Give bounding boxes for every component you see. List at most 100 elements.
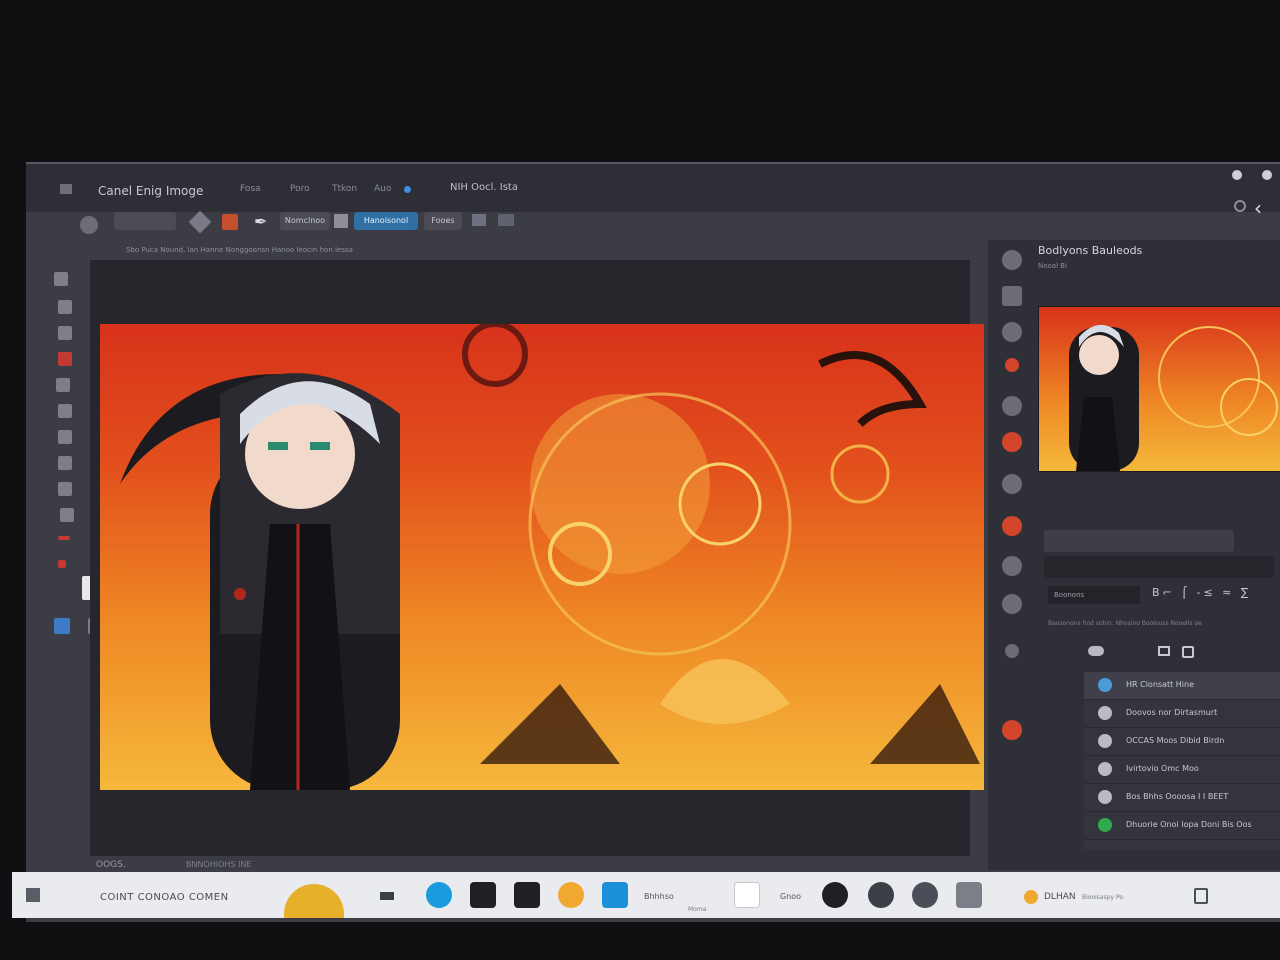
layer-visibility-icon[interactable] (1098, 734, 1112, 748)
list-item[interactable]: Doovos nor Dirtasmurt (1084, 700, 1280, 728)
settings-gear-icon[interactable] (558, 882, 584, 908)
menu-item[interactable]: Fosa (240, 184, 261, 194)
brush-icon[interactable]: ✒ (254, 212, 267, 231)
effects-icon[interactable] (1002, 720, 1022, 740)
info-icon[interactable] (404, 186, 411, 193)
menu-item[interactable]: Auo (374, 184, 391, 194)
move-tool-icon[interactable] (54, 272, 68, 286)
layer-label: Bos Bhhs Oooosa I I BEET (1126, 792, 1229, 801)
text-tool-icon[interactable] (60, 508, 74, 522)
fx-button[interactable]: Fooes (424, 212, 462, 230)
layer-visibility-icon[interactable] (1098, 678, 1112, 692)
navigator-thumbnail[interactable] (1038, 306, 1280, 472)
monitor-bezel: Canel Enig Imoge Fosa Poro Ttkon Auo NIH… (0, 0, 1280, 960)
lasso-tool-icon[interactable] (58, 326, 72, 340)
layer-visibility-icon[interactable] (1098, 790, 1112, 804)
music-icon[interactable] (822, 882, 848, 908)
fill-icon[interactable] (1002, 432, 1022, 452)
canvas-area (90, 260, 984, 856)
layer-visibility-icon[interactable] (1098, 818, 1112, 832)
close-icon[interactable] (1262, 170, 1272, 180)
list-item[interactable]: OCCAS Moos Dibid Birdn (1084, 728, 1280, 756)
font-field[interactable]: Boonons (1048, 586, 1140, 604)
gear-icon[interactable] (868, 882, 894, 908)
copy-icon[interactable] (1182, 646, 1194, 658)
task-view-icon[interactable] (380, 892, 394, 900)
tray-sublabel: Biooisaspy Po (1082, 894, 1124, 901)
taskbar-label[interactable]: Bhhhso (644, 892, 674, 901)
taskbar-search[interactable]: COINT CONOAO COMEN (100, 892, 229, 903)
store-icon[interactable] (514, 882, 540, 908)
character-icon[interactable] (1002, 556, 1022, 576)
edge-icon[interactable] (426, 882, 452, 908)
palette-icon[interactable] (222, 214, 238, 230)
brush-preset-icon[interactable] (80, 216, 98, 234)
photos-icon[interactable] (602, 882, 628, 908)
layer-visibility-icon[interactable] (1098, 706, 1112, 720)
app-title: Canel Enig Imoge (98, 184, 204, 198)
dodge-tool-icon[interactable] (58, 482, 72, 496)
layer-label: Doovos nor Dirtasmurt (1126, 708, 1218, 717)
marquee-tool-icon[interactable] (58, 300, 72, 314)
thumbnail-illustration (1069, 324, 1278, 471)
eraser-tool-icon[interactable] (58, 430, 72, 444)
panel-title: Bodlyons Bauleods (1038, 244, 1143, 257)
app-icon[interactable] (734, 882, 760, 908)
history-icon[interactable] (1002, 286, 1022, 306)
menu-item[interactable]: Ttkon (332, 184, 357, 194)
rect-icon[interactable] (1158, 646, 1170, 656)
back-arrow-icon[interactable]: ‹ (1254, 198, 1262, 218)
taskbar-label[interactable]: Gnoo (780, 892, 801, 901)
list-item[interactable]: Dhuorie Onoi Iopa Doni Bis Oos (1084, 812, 1280, 840)
notification-icon[interactable] (1194, 888, 1208, 904)
crop-tool-icon[interactable] (56, 378, 70, 392)
panel-icon-strip (992, 240, 1032, 840)
check-icon[interactable] (912, 882, 938, 908)
red-brush-icon[interactable] (58, 352, 72, 366)
list-item[interactable]: Bos Bhhs Oooosa I I BEET (1084, 784, 1280, 812)
layer-toolbar (1078, 646, 1278, 662)
brush-settings-icon[interactable] (1002, 594, 1022, 614)
camera-icon[interactable] (1002, 322, 1022, 342)
widget-icon[interactable] (284, 884, 344, 918)
tool-options-button[interactable] (114, 212, 176, 230)
adjust-icon[interactable] (1002, 474, 1022, 494)
character-toolbar[interactable]: B⌐ ⌠ -≤ ≈ ∑ (1152, 586, 1251, 599)
swatch-icon[interactable] (1002, 516, 1022, 536)
eyedropper-tool-icon[interactable] (58, 404, 72, 418)
artwork-canvas[interactable] (100, 324, 984, 790)
layer-visibility-icon[interactable] (1098, 762, 1112, 776)
minimize-icon[interactable] (1232, 170, 1242, 180)
camera-icon[interactable] (956, 882, 982, 908)
tray-label: DLHAN (1044, 892, 1076, 902)
refresh-icon[interactable] (1234, 200, 1246, 212)
layer-icon[interactable] (188, 210, 212, 234)
mode-button[interactable]: Nomclnoo (280, 212, 330, 230)
grid-icon[interactable] (472, 214, 486, 226)
blend-dropdown[interactable]: Hanoisonol (354, 212, 418, 230)
list-item[interactable]: HR Clonsatt Hine (1084, 672, 1280, 700)
record-icon[interactable] (1005, 358, 1019, 372)
document-info: BNNOHIOHS INE (186, 860, 252, 869)
layer-label: Dhuorie Onoi Iopa Doni Bis Oos (1126, 820, 1252, 829)
record-icon[interactable] (58, 560, 66, 568)
weather-icon[interactable] (1024, 890, 1038, 904)
layer-label: OCCAS Moos Dibid Birdn (1126, 736, 1225, 745)
list-item[interactable]: Ivirtovio Omc Moo (1084, 756, 1280, 784)
quick-mask-icon[interactable] (54, 618, 70, 634)
avatar-icon[interactable] (1002, 250, 1022, 270)
clone-icon[interactable] (1005, 644, 1019, 658)
foreground-swatch-icon[interactable] (58, 536, 70, 540)
gradient-tool-icon[interactable] (58, 456, 72, 470)
file-explorer-icon[interactable] (470, 882, 496, 908)
opacity-row[interactable] (1044, 530, 1234, 552)
menu-item[interactable]: Poro (290, 184, 310, 194)
taskbar: COINT CONOAO COMEN Bhhhso Moma Gnoo DLHA… (12, 872, 1280, 918)
fill-row[interactable] (1044, 556, 1274, 578)
layer-label: HR Clonsatt Hine (1126, 680, 1195, 689)
frame-icon[interactable] (498, 214, 514, 226)
start-icon[interactable] (26, 888, 40, 902)
cloud-icon[interactable] (1088, 646, 1104, 656)
paint-icon[interactable] (1002, 396, 1022, 416)
square-icon[interactable] (334, 214, 348, 228)
